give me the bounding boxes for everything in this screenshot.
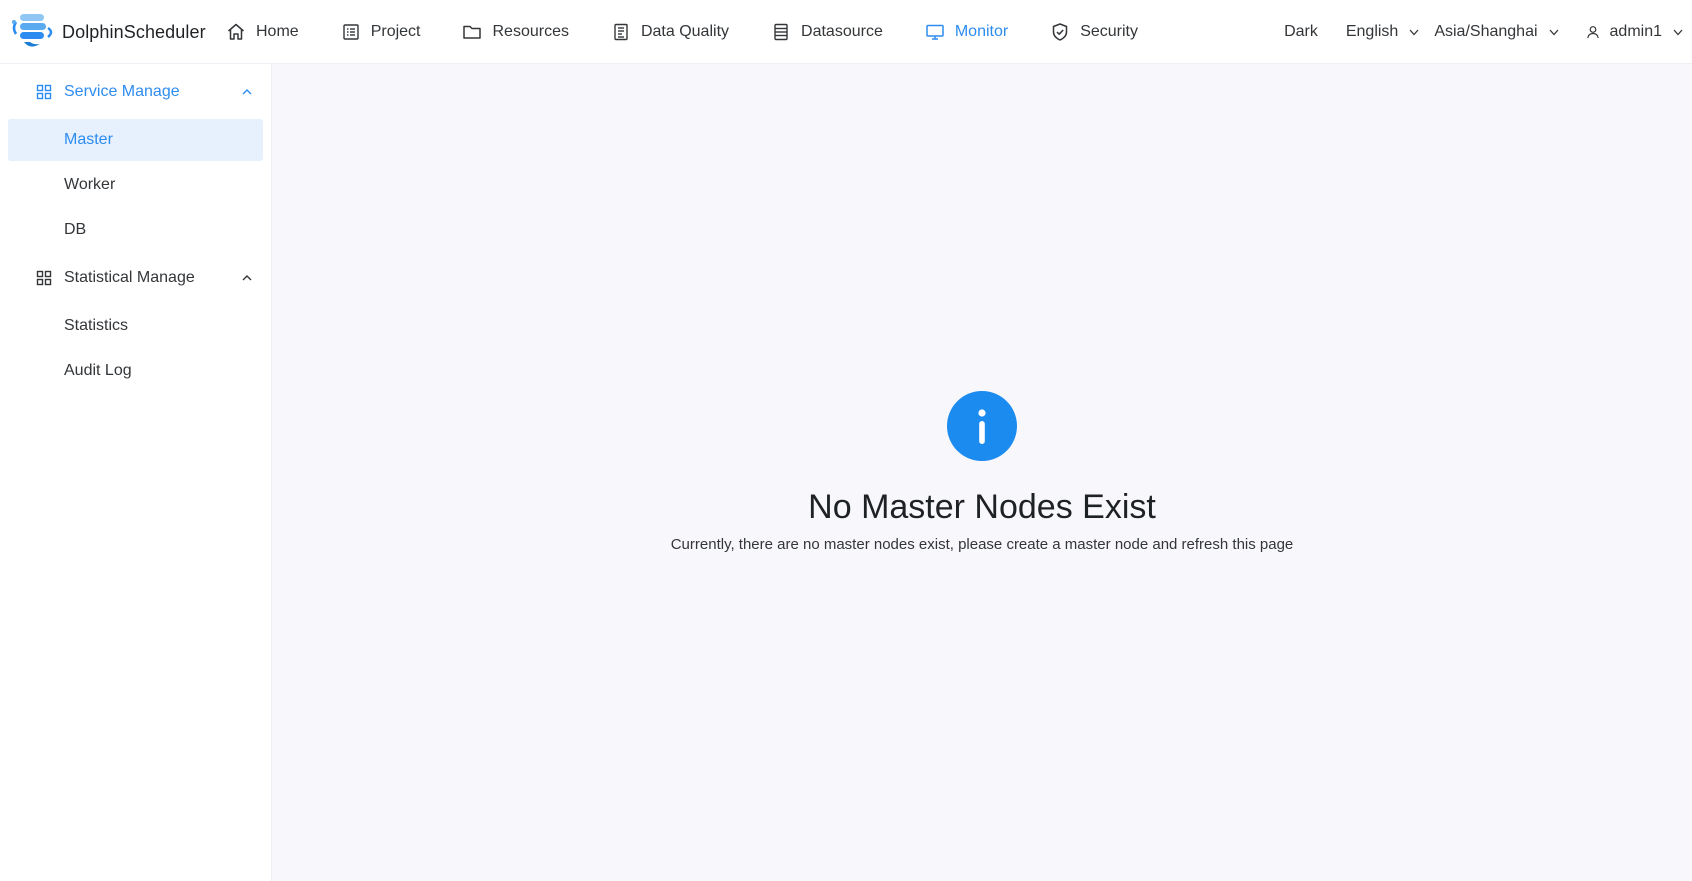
sidebar-item-db[interactable]: DB (8, 209, 263, 251)
nav-data-quality[interactable]: Data Quality (609, 0, 749, 64)
user-icon (1586, 25, 1600, 39)
sidebar-item-worker[interactable]: Worker (8, 164, 263, 206)
chevron-up-icon (241, 272, 253, 284)
user-name: admin1 (1609, 23, 1662, 40)
app-name: DolphinScheduler (62, 21, 206, 42)
chevron-up-icon (241, 86, 253, 98)
sidebar-item-audit-log[interactable]: Audit Log (8, 350, 263, 392)
sidebar-group-label: Statistical Manage (64, 269, 195, 286)
empty-state-title: No Master Nodes Exist (808, 488, 1156, 526)
nav-home-label: Home (256, 23, 299, 40)
document-icon (611, 22, 631, 42)
timezone-dropdown[interactable]: Asia/Shanghai (1434, 23, 1559, 41)
grid-icon (36, 270, 52, 286)
database-icon (771, 22, 791, 42)
nav-security[interactable]: Security (1048, 0, 1158, 64)
nav-monitor[interactable]: Monitor (923, 0, 1028, 64)
app-logo[interactable]: DolphinScheduler (10, 12, 206, 52)
nav-monitor-label: Monitor (954, 23, 1009, 40)
header-right: Dark English Asia/Shanghai admin1 (1284, 0, 1692, 64)
folder-icon (462, 22, 482, 42)
sidebar-group-label: Service Manage (64, 83, 180, 100)
home-icon (226, 22, 246, 42)
top-header: DolphinScheduler Home Project Resources … (0, 0, 1692, 64)
nav-resources-label: Resources (492, 23, 569, 40)
nav-data-quality-label: Data Quality (640, 23, 730, 40)
chevron-down-icon (1672, 26, 1684, 38)
info-icon (947, 391, 1017, 461)
language-dropdown[interactable]: English (1346, 23, 1420, 41)
nav-datasource-label: Datasource (801, 23, 883, 40)
grid-icon (36, 84, 52, 100)
user-dropdown[interactable]: admin1 (1586, 23, 1684, 41)
theme-toggle[interactable]: Dark (1284, 23, 1318, 41)
shield-icon (1050, 22, 1070, 42)
nav-resources[interactable]: Resources (460, 0, 588, 64)
sidebar-group-statistical-manage[interactable]: Statistical Manage (0, 254, 271, 302)
main-content: No Master Nodes Exist Currently, there a… (272, 64, 1692, 881)
timezone-label: Asia/Shanghai (1434, 23, 1538, 40)
sidebar-group-service-manage[interactable]: Service Manage (0, 68, 271, 116)
sidebar-item-statistics[interactable]: Statistics (8, 305, 263, 347)
nav-project-label: Project (370, 23, 421, 40)
empty-state-description: Currently, there are no master nodes exi… (670, 536, 1294, 553)
empty-state: No Master Nodes Exist Currently, there a… (272, 391, 1692, 555)
monitor-icon (925, 22, 945, 42)
dolphin-logo-icon (12, 14, 53, 47)
sidebar-item-master[interactable]: Master (8, 119, 263, 161)
chevron-down-icon (1408, 26, 1420, 38)
nav-security-label: Security (1080, 23, 1138, 40)
sidebar: Service Manage Master Worker DB Statisti… (0, 64, 272, 881)
main-nav: Home Project Resources Data Quality Data… (224, 0, 1178, 64)
nav-home[interactable]: Home (224, 0, 319, 64)
nav-project[interactable]: Project (339, 0, 441, 64)
nav-datasource[interactable]: Datasource (769, 0, 903, 64)
language-label: English (1345, 23, 1399, 40)
project-icon (341, 22, 361, 42)
chevron-down-icon (1548, 26, 1560, 38)
